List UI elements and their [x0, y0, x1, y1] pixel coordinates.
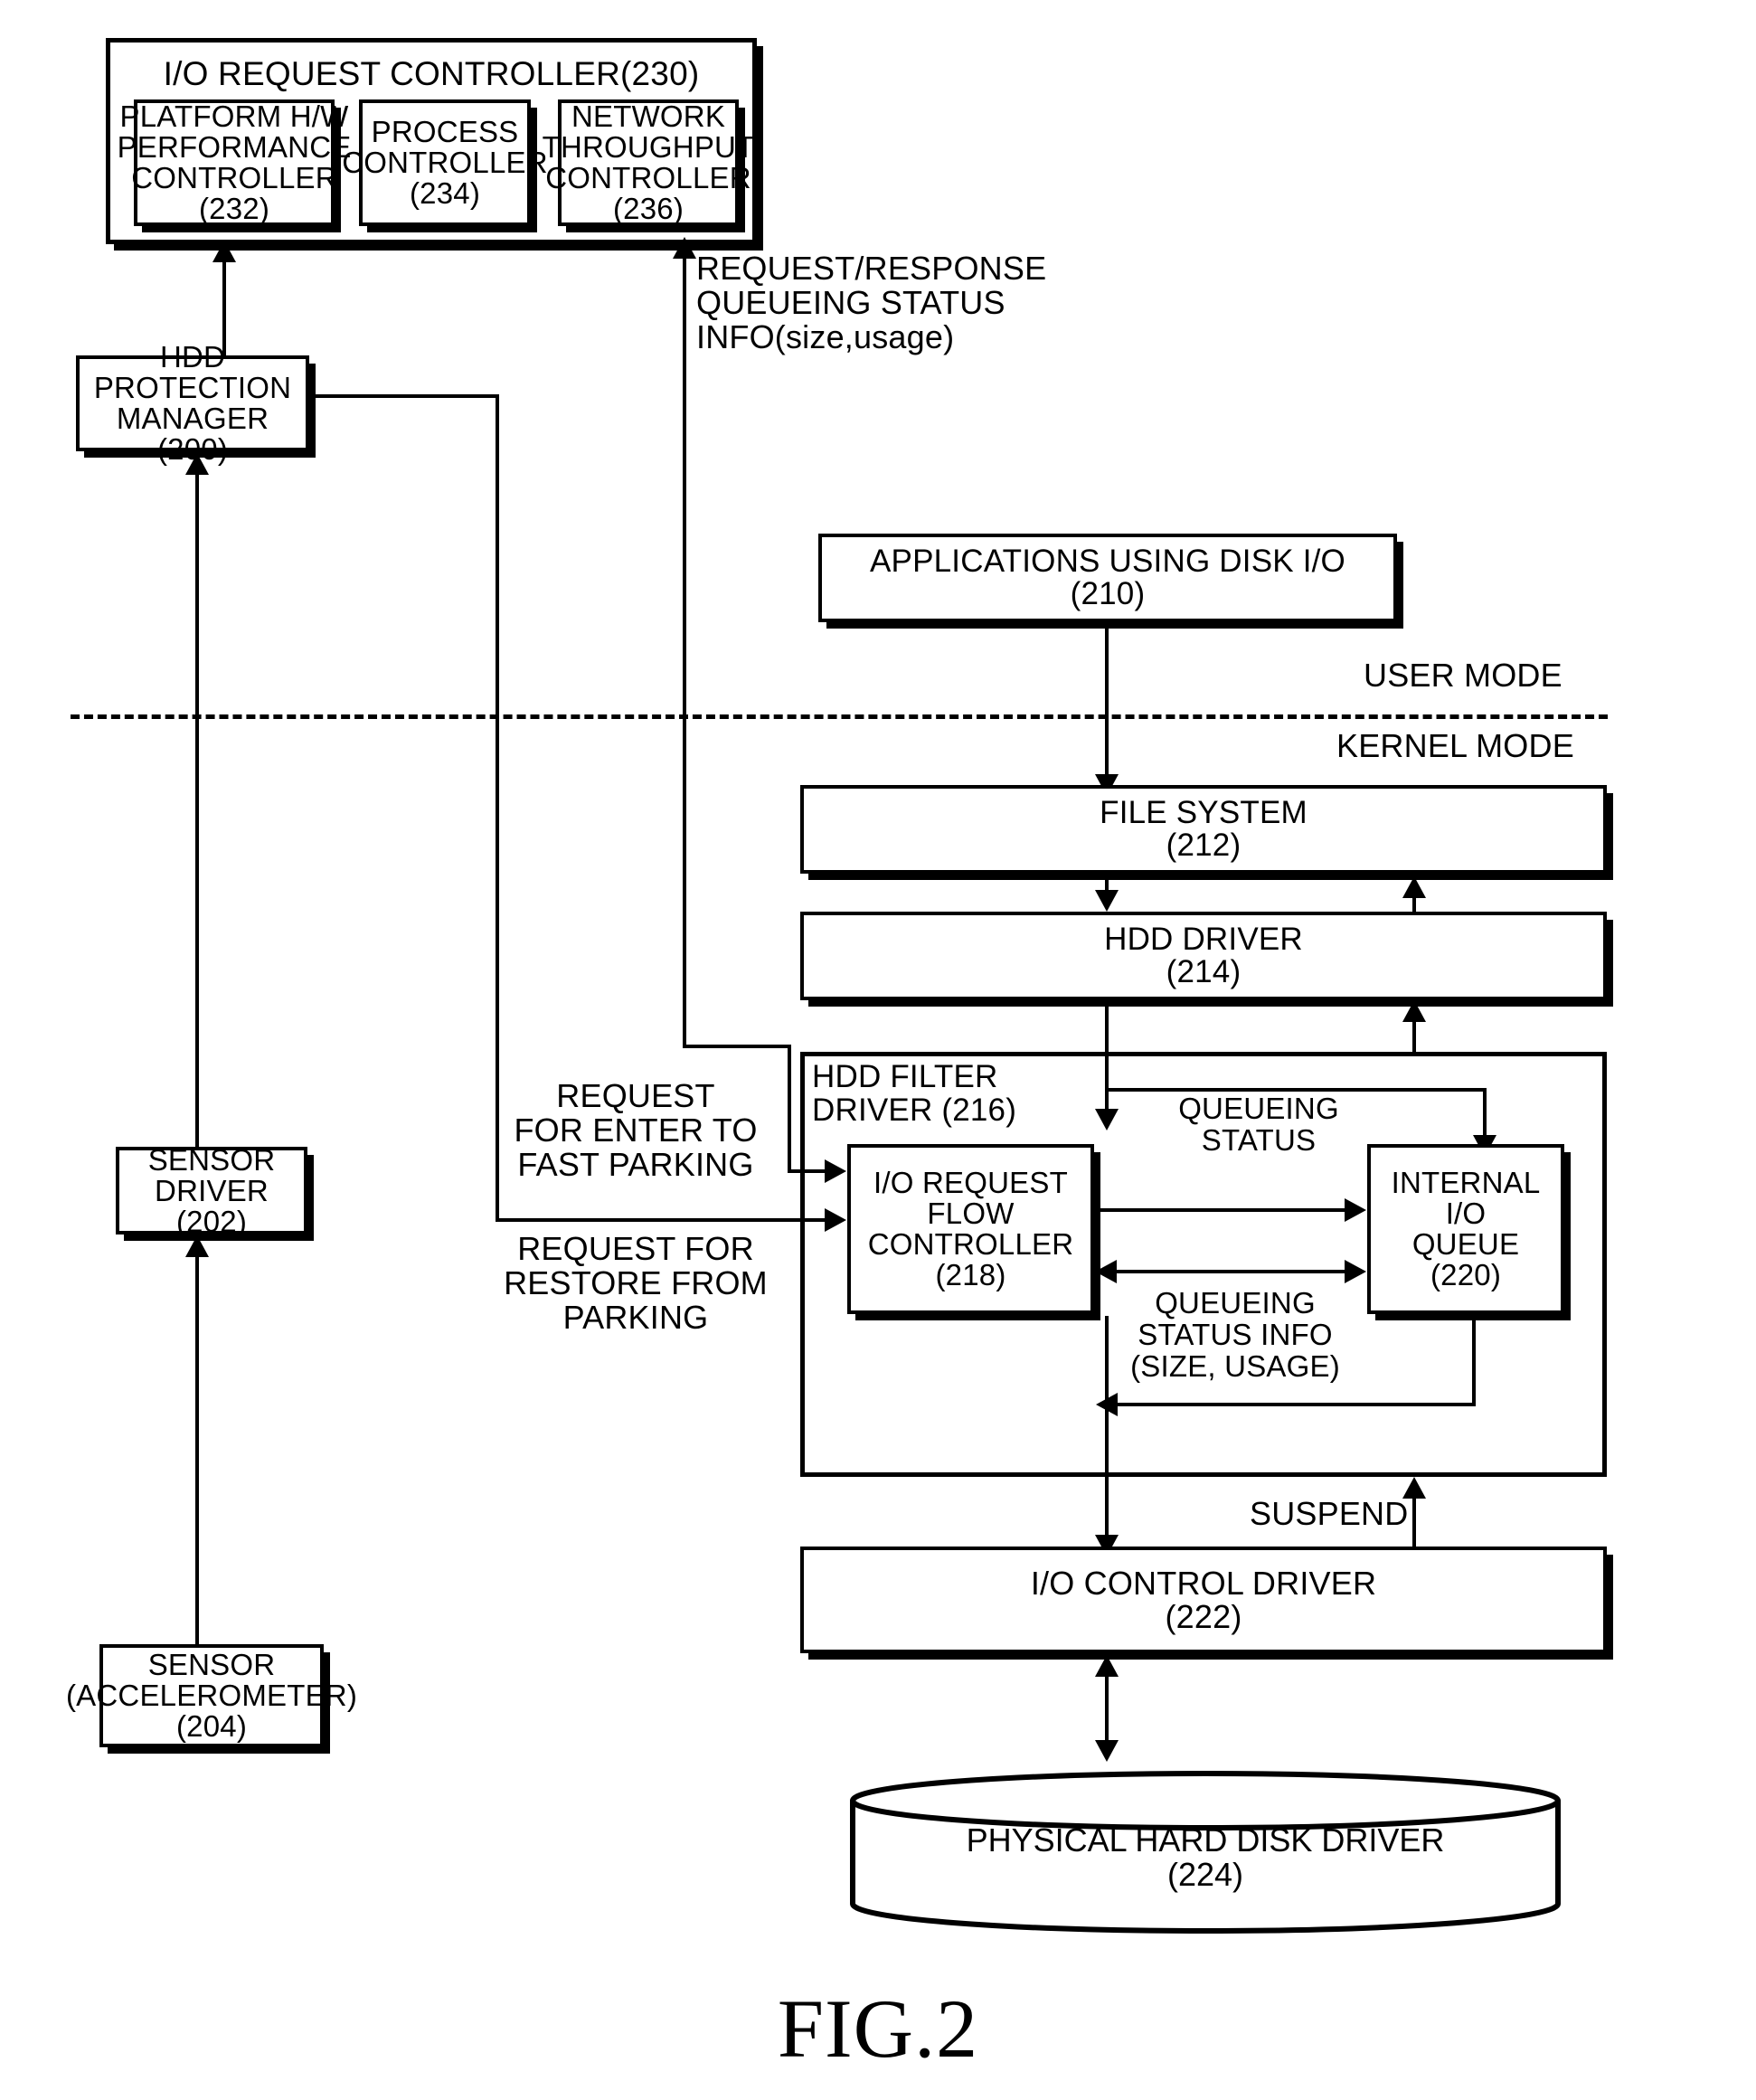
edge-iocd-to-disk-arrowhead-up [1095, 1655, 1119, 1677]
user-mode-label: USER MODE [1364, 657, 1562, 694]
edge-iocd-to-disk-line [1105, 1675, 1109, 1747]
edge-fastparking-into-ctrl [788, 1169, 827, 1173]
hdd-driver-block: HDD DRIVER (214) [800, 912, 1607, 1000]
queueing-status-info-label: QUEUEING STATUS INFO (SIZE, USAGE) [1130, 1286, 1340, 1383]
file-system-block: FILE SYSTEM (212) [800, 785, 1607, 874]
edge-queue-feedback-vertical [1472, 1316, 1476, 1406]
network-throughput-controller-label: NETWORK THROUGHPUT CONTROLLER (236) [542, 99, 755, 225]
io-request-flow-controller-label: I/O REQUEST FLOW CONTROLLER (218) [867, 1166, 1074, 1291]
io-request-controller-title: I/O REQUEST CONTROLLER(230) [163, 55, 700, 92]
request-enter-fast-parking-label: REQUEST FOR ENTER TO FAST PARKING [514, 1077, 758, 1184]
suspend-label: SUSPEND [1250, 1495, 1409, 1532]
process-controller-label: PROCESS CONTROLLER (234) [342, 115, 548, 210]
request-response-queueing-label: REQUEST/RESPONSE QUEUEING STATUS INFO(si… [696, 250, 1047, 356]
edge-restore-from-manager [309, 394, 499, 398]
file-system-label: FILE SYSTEM (212) [1100, 794, 1308, 863]
platform-hw-performance-controller-label: PLATFORM H/W PERFORMANCE CONTROLLER (232… [117, 99, 352, 225]
figure-caption: FIG.2 [777, 1982, 979, 2075]
edge-fastparking-vertical [683, 244, 686, 1045]
hdd-protection-manager-block: HDD PROTECTION MANAGER (200) [76, 342, 309, 464]
sensor-block: SENSOR (ACCELEROMETER) (204) [66, 1644, 357, 1747]
edge-queue-feedback-horizontal [1118, 1403, 1474, 1406]
edge-fs-to-hdd-arrowhead [1095, 890, 1119, 912]
edge-filter-to-hdd-arrowhead [1402, 1000, 1426, 1022]
edge-hdd-to-filter-arrowhead [1095, 1109, 1119, 1130]
user-kernel-mode-divider [71, 714, 1608, 719]
internal-io-queue-label: INTERNAL I/O QUEUE (220) [1391, 1166, 1541, 1291]
edge-suspend-line [1412, 1499, 1416, 1548]
applications-label: APPLICATIONS USING DISK I/O (210) [870, 543, 1345, 611]
edge-apps-to-fs-line [1105, 626, 1109, 785]
internal-io-queue-block: INTERNAL I/O QUEUE (220) [1367, 1144, 1564, 1314]
edge-hdd-to-filter-line [1105, 1002, 1109, 1112]
edge-sensor-to-sd-line [195, 1257, 199, 1646]
edge-hpm-to-iorc-line [222, 262, 226, 357]
edge-fastparking-horizontal [683, 1045, 791, 1048]
io-control-driver-label: I/O CONTROL DRIVER (222) [1030, 1564, 1377, 1635]
edge-ctrl-to-queue-line [1096, 1208, 1347, 1212]
edge-suspend-arrowhead [1402, 1477, 1426, 1499]
edge-filter-to-iocd-line [1105, 1316, 1109, 1542]
applications-block: APPLICATIONS USING DISK I/O (210) [818, 534, 1397, 622]
edge-branch-to-queue-vertical [1483, 1088, 1487, 1140]
edge-ctrl-to-queue-arrowhead [1345, 1198, 1366, 1222]
kernel-mode-label: KERNEL MODE [1336, 727, 1574, 764]
sensor-driver-block: SENSOR DRIVER (202) [116, 1142, 307, 1238]
request-restore-from-parking-label: REQUEST FOR RESTORE FROM PARKING [504, 1230, 768, 1337]
edge-filter-to-hdd-line [1412, 1022, 1416, 1054]
queueing-status-label: QUEUEING STATUS [1178, 1092, 1339, 1157]
edge-iocd-to-disk-arrowhead-down [1095, 1740, 1119, 1762]
edge-restore-arrowhead [825, 1208, 846, 1232]
edge-fastparking-arrowhead [825, 1159, 846, 1183]
network-throughput-controller-block: NETWORK THROUGHPUT CONTROLLER (236) [543, 99, 754, 226]
hdd-filter-driver-label: HDD FILTER DRIVER (216) [812, 1059, 1017, 1129]
edge-queue-to-ctrl-line [1116, 1270, 1347, 1273]
io-request-flow-controller-block: I/O REQUEST FLOW CONTROLLER (218) [847, 1144, 1094, 1314]
edge-restore-vertical [496, 394, 499, 1222]
figure-canvas: I/O REQUEST CONTROLLER(230) PLATFORM H/W… [0, 0, 1756, 2100]
physical-hard-disk-driver-cylinder: PHYSICAL HARD DISK DRIVER (224) [848, 1771, 1562, 1934]
sensor-driver-label: SENSOR DRIVER (202) [147, 1142, 276, 1238]
sensor-label: SENSOR (ACCELEROMETER) (204) [65, 1648, 358, 1743]
edge-sd-to-hpm-arrowhead [185, 453, 209, 475]
process-controller-block: PROCESS CONTROLLER (234) [342, 99, 548, 226]
edge-sd-to-hpm-line [195, 475, 199, 1148]
edge-hdd-to-fs-arrowhead [1402, 876, 1426, 898]
edge-hdd-to-fs-line [1412, 898, 1416, 912]
edge-fastparking-up-arrowhead [673, 237, 696, 259]
hdd-driver-label: HDD DRIVER (214) [1104, 921, 1303, 989]
hdd-protection-manager-label: HDD PROTECTION MANAGER (200) [93, 340, 292, 466]
edge-queue-to-ctrl-arrowhead-left [1095, 1260, 1117, 1283]
io-control-driver-block: I/O CONTROL DRIVER (222) [800, 1547, 1607, 1653]
edge-fastparking-drop [788, 1045, 791, 1171]
edge-restore-horizontal [496, 1218, 827, 1222]
physical-hard-disk-driver-label: PHYSICAL HARD DISK DRIVER (224) [966, 1821, 1445, 1894]
edge-queue-to-ctrl-arrowhead-right [1345, 1260, 1366, 1283]
edge-hpm-to-iorc-arrowhead [212, 241, 236, 262]
edge-sensor-to-sd-arrowhead [185, 1235, 209, 1257]
platform-hw-performance-controller-block: PLATFORM H/W PERFORMANCE CONTROLLER (232… [118, 99, 351, 226]
